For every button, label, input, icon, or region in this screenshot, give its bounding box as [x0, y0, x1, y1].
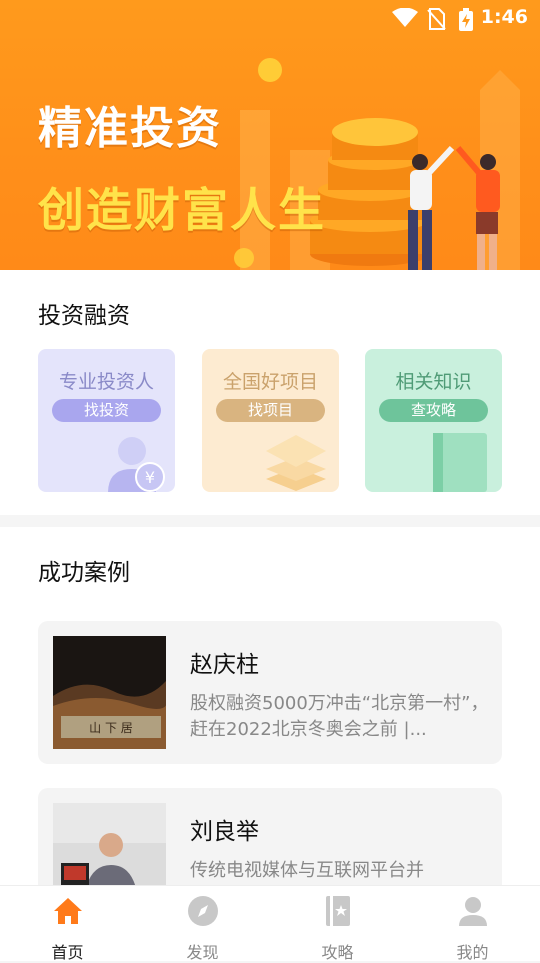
- tab-label: 发现: [186, 943, 219, 962]
- banner-subheadline: 创造财富人生: [38, 183, 326, 237]
- card-title: 相关知识: [395, 371, 472, 393]
- case-thumbnail: [53, 803, 166, 885]
- guide-book-icon: [325, 896, 350, 926]
- tab-discover[interactable]: 发现: [135, 886, 270, 962]
- card-projects[interactable]: 全国好项目 找项目: [202, 349, 339, 492]
- compass-icon: [187, 896, 218, 926]
- find-investment-button[interactable]: 找投资: [52, 399, 161, 422]
- card-title: 专业投资人: [58, 371, 154, 393]
- card-knowledge[interactable]: 相关知识 查攻略: [365, 349, 502, 492]
- tab-mine[interactable]: 我的: [405, 886, 540, 962]
- cases-section: 成功案例 山 下 居 赵庆柱 股权融资5000万冲击“北京第一村”，赶在2022…: [0, 527, 540, 885]
- tab-label: 首页: [51, 943, 84, 962]
- book-icon: [433, 433, 487, 492]
- case-card[interactable]: 刘良举 传统电视媒体与互联网平台并: [38, 788, 502, 885]
- case-description: 传统电视媒体与互联网平台并: [190, 860, 424, 881]
- tab-label: 攻略: [321, 943, 354, 962]
- status-time: 1:46: [480, 6, 528, 28]
- invest-section: 投资融资 专业投资人 找投资 ¥ 全国好项目 找项目 相关知识 查攻略: [0, 270, 540, 515]
- case-thumbnail: 山 下 居: [53, 636, 166, 749]
- banner-headline: 精准投资: [38, 103, 222, 154]
- home-icon: [53, 898, 82, 924]
- no-sim-icon: [427, 8, 446, 30]
- person-icon: [458, 897, 487, 926]
- case-name: 赵庆柱: [190, 652, 259, 678]
- tab-guide[interactable]: 攻略: [270, 886, 405, 962]
- tab-label: 我的: [456, 943, 489, 962]
- section-title-invest: 投资融资: [38, 303, 130, 329]
- stack-layers-icon: [266, 435, 326, 491]
- case-description: 股权融资5000万冲击“北京第一村”，赶在2022北京冬奥会之前 |...: [190, 693, 489, 740]
- card-title: 全国好项目: [222, 371, 318, 393]
- battery-charging-icon: [459, 8, 473, 31]
- status-bar: 1:46: [0, 0, 540, 36]
- investor-icon: ¥: [108, 437, 165, 492]
- case-card[interactable]: 山 下 居 赵庆柱 股权融资5000万冲击“北京第一村”，赶在2022北京冬奥会…: [38, 621, 502, 764]
- case-name: 刘良举: [190, 819, 259, 845]
- find-project-button[interactable]: 找项目: [216, 399, 325, 422]
- sign-text: 山 下 居: [89, 721, 133, 735]
- section-title-cases: 成功案例: [38, 560, 130, 586]
- view-guide-button[interactable]: 查攻略: [379, 399, 488, 422]
- card-investors[interactable]: 专业投资人 找投资 ¥: [38, 349, 175, 492]
- tab-home[interactable]: 首页: [0, 886, 135, 962]
- wifi-icon: [392, 8, 418, 27]
- bottom-tab-bar: 首页 发现 攻略 我的: [0, 885, 540, 962]
- banner[interactable]: 精准投资 创造财富人生 1:46: [0, 0, 540, 270]
- svg-text:¥: ¥: [145, 468, 155, 487]
